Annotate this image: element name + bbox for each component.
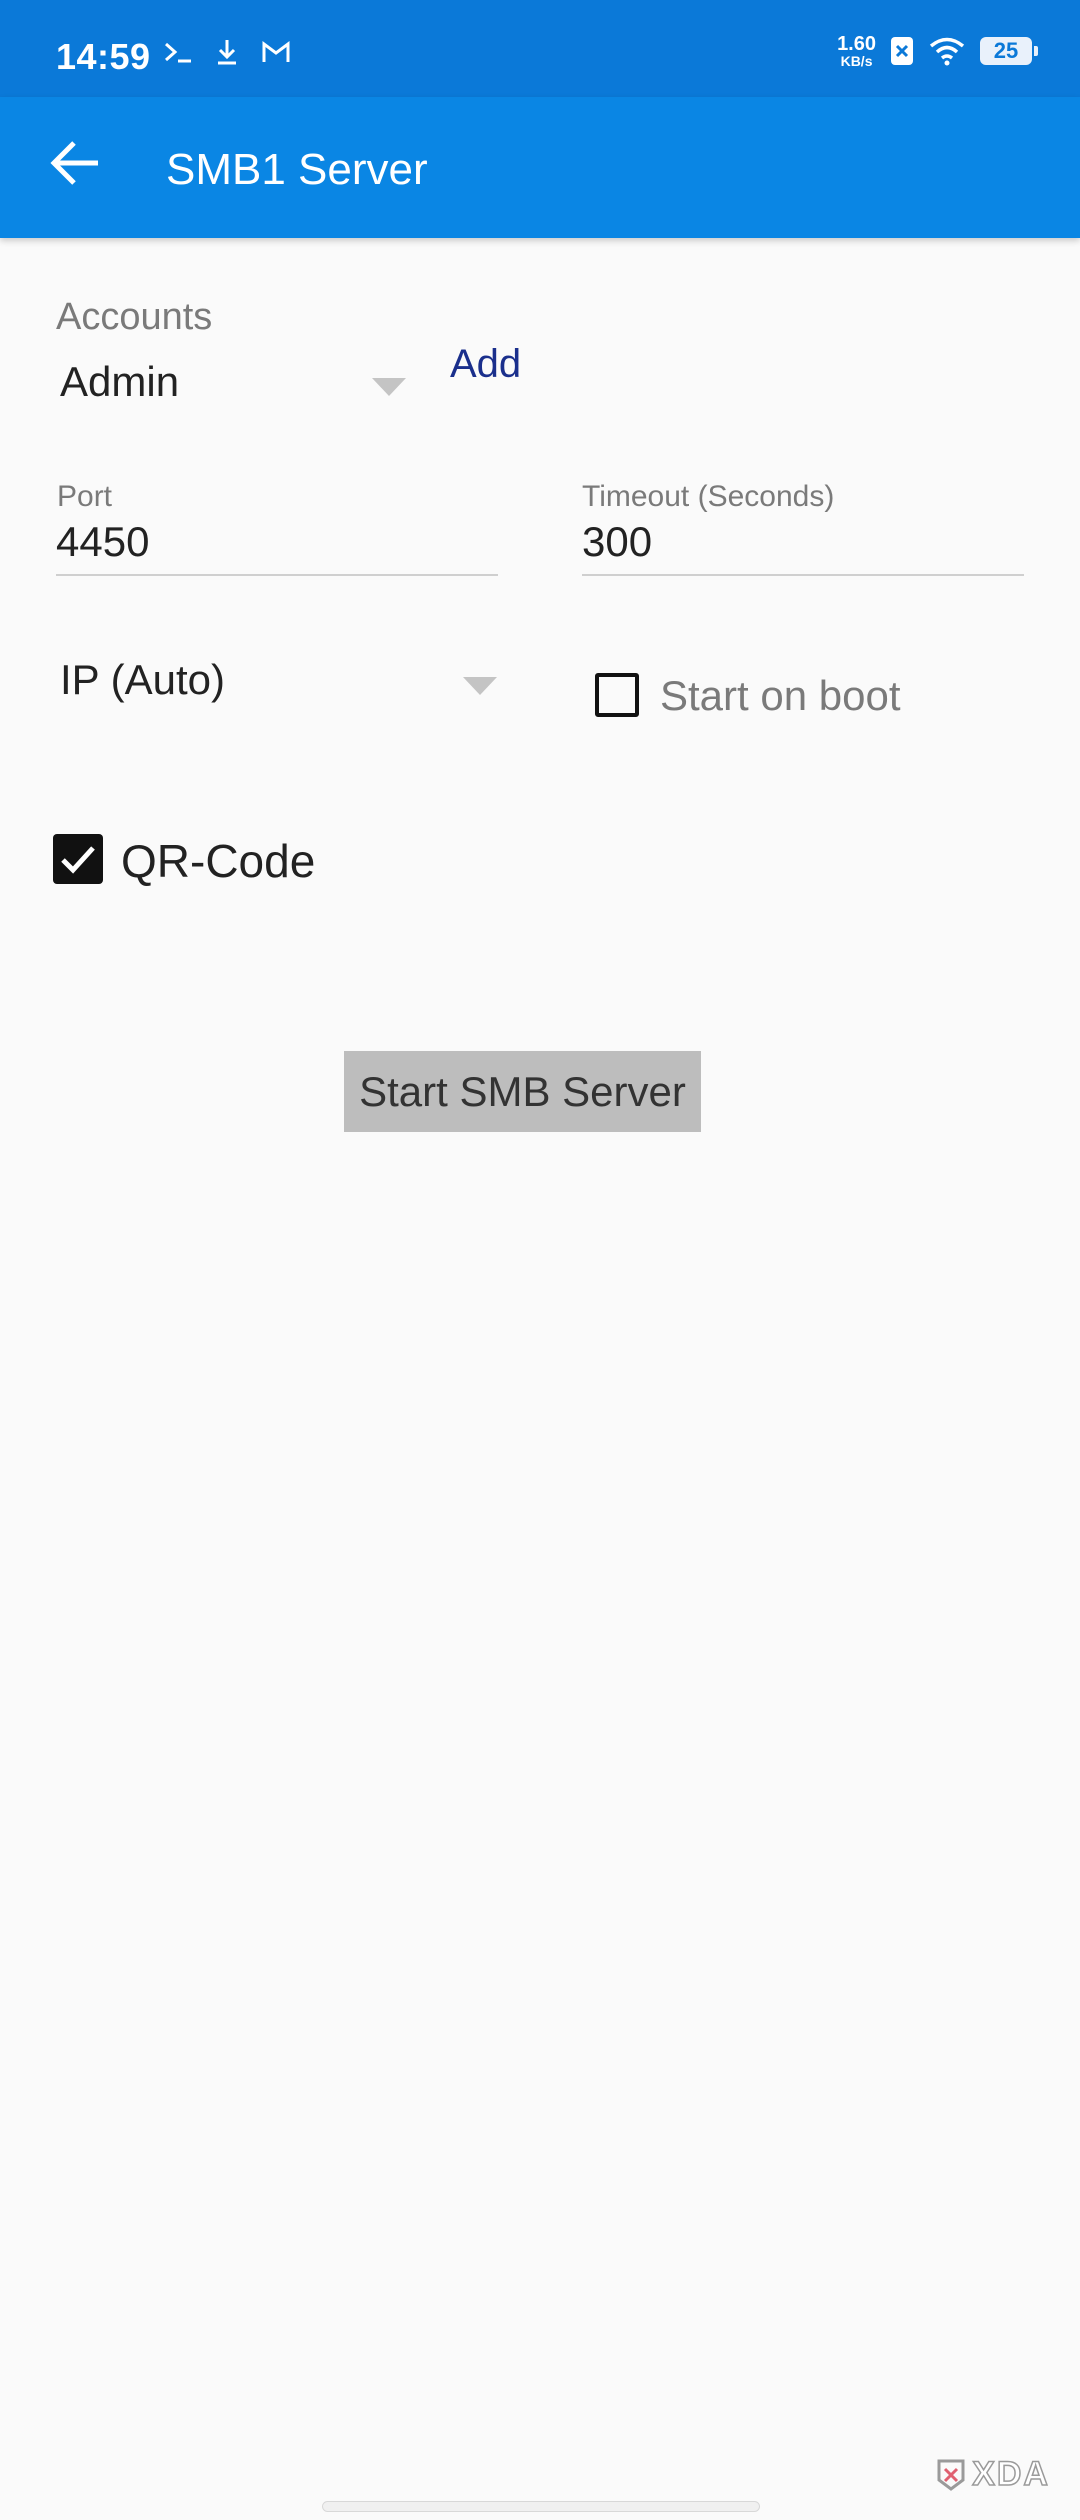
page-title: SMB1 Server xyxy=(166,145,428,194)
no-sim-icon xyxy=(891,37,913,65)
status-system-icons: 1.60 KB/s 25 xyxy=(837,34,1038,68)
terminal-icon xyxy=(165,42,191,63)
start-on-boot-label[interactable]: Start on boot xyxy=(660,672,901,720)
net-speed: 1.60 KB/s xyxy=(837,34,876,68)
qr-code-checkbox[interactable] xyxy=(53,834,103,884)
port-label: Port xyxy=(57,480,113,513)
download-icon xyxy=(218,40,236,65)
port-input[interactable]: 4450 xyxy=(56,518,498,576)
wifi-icon xyxy=(929,37,965,66)
qr-code-label[interactable]: QR-Code xyxy=(121,834,315,888)
start-on-boot-checkbox[interactable] xyxy=(595,673,639,717)
net-speed-value: 1.60 xyxy=(837,33,876,55)
status-notification-icons xyxy=(163,38,291,66)
accounts-dropdown-arrow-icon[interactable] xyxy=(372,378,406,396)
add-account-button[interactable]: Add xyxy=(450,342,521,387)
timeout-input[interactable]: 300 xyxy=(582,518,1024,576)
xda-logo-icon xyxy=(937,2459,965,2491)
checkmark-icon xyxy=(61,846,95,874)
ip-dropdown-arrow-icon[interactable] xyxy=(463,677,497,695)
xda-watermark: XDA xyxy=(936,2454,1050,2494)
timeout-label: Timeout (Seconds) xyxy=(582,480,835,513)
accounts-selected[interactable]: Admin xyxy=(60,358,179,406)
status-bar: 14:59 1.60 KB/s 25 xyxy=(0,0,1080,97)
gmail-icon xyxy=(262,41,290,62)
watermark-text: XDA xyxy=(971,2454,1050,2494)
status-time: 14:59 xyxy=(56,36,151,77)
arrow-left-icon xyxy=(50,141,98,185)
start-smb-server-button[interactable]: Start SMB Server xyxy=(344,1051,701,1132)
ip-selected[interactable]: IP (Auto) xyxy=(60,656,225,704)
net-speed-unit: KB/s xyxy=(840,53,873,69)
accounts-label: Accounts xyxy=(56,296,213,338)
battery-icon: 25 xyxy=(980,37,1038,65)
home-indicator[interactable] xyxy=(322,2501,760,2512)
back-button[interactable] xyxy=(40,127,112,199)
app-bar: SMB1 Server xyxy=(0,97,1080,238)
